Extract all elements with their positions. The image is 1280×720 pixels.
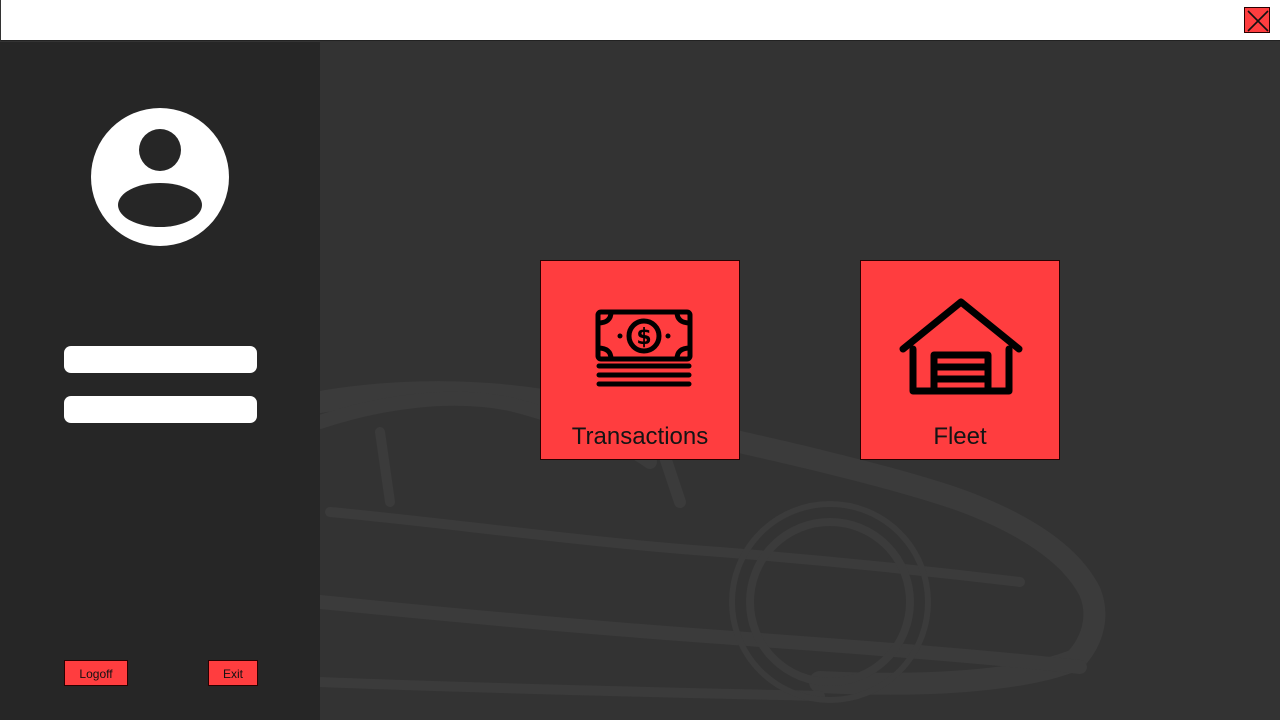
transactions-label: Transactions [571, 423, 709, 450]
user-avatar-icon [91, 108, 229, 246]
close-x-icon [1247, 10, 1269, 32]
fleet-label: Fleet [933, 423, 987, 450]
logoff-button[interactable]: Logoff [64, 660, 128, 686]
username-field[interactable] [64, 346, 257, 373]
sidebar: Logoff Exit [0, 42, 320, 720]
car-silhouette [320, 381, 1106, 703]
close-button[interactable] [1244, 7, 1270, 33]
password-field[interactable] [64, 396, 257, 423]
fleet-tile[interactable]: Fleet [860, 260, 1060, 460]
exit-button[interactable]: Exit [208, 660, 258, 686]
title-bar [0, 0, 1280, 41]
main-panel: $ Transactions Fleet [320, 42, 1280, 720]
svg-text:$: $ [636, 325, 651, 350]
transactions-tile[interactable]: $ Transactions [540, 260, 740, 460]
